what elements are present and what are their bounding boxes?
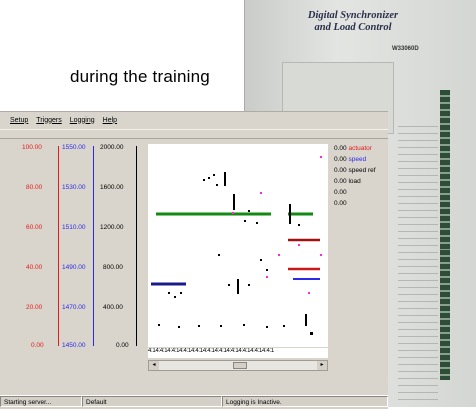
red-axis-line [58, 146, 59, 346]
blue-tick: 1450.00 [62, 342, 86, 349]
x-axis-time-labels: 4:14:4:14:4:14:4:14:4:14:4:14:4:14:4:14:… [148, 348, 328, 358]
scroll-right-arrow[interactable]: ▸ [317, 361, 327, 370]
terminal-block-lower [440, 250, 450, 380]
menu-help[interactable]: Help [103, 117, 117, 124]
menu-logging[interactable]: Logging [70, 117, 95, 124]
black-tick: 1200.00 [100, 224, 124, 231]
legend-label: load [348, 178, 361, 185]
black-tick: 1600.00 [100, 184, 124, 191]
legend-label: actuator [348, 145, 372, 152]
legend-value: 0.00 [334, 167, 347, 174]
status-right: Logging is Inactive. [222, 396, 388, 407]
red-tick: 80.00 [26, 184, 43, 191]
black-tick: 800.00 [103, 264, 123, 271]
terminal-block-upper [440, 90, 450, 250]
red-tick: 20.00 [26, 304, 43, 311]
legend-row: 0.00 [334, 198, 376, 209]
blue-tick: 1470.00 [62, 304, 86, 311]
blue-axis-line [93, 146, 94, 346]
trend-plot-svg [151, 156, 322, 335]
legend-label: speed [348, 156, 367, 163]
trend-legend: 0.00 actuator 0.00 speed 0.00 speed ref … [334, 143, 376, 209]
legend-label: speed ref [348, 167, 376, 174]
blue-tick: 1530.00 [62, 184, 86, 191]
legend-value: 0.00 [334, 145, 347, 152]
scroll-thumb[interactable] [233, 362, 247, 369]
device-label: Digital Synchronizer and Load Control [258, 10, 448, 34]
black-tick: 400.00 [103, 304, 123, 311]
device-wiring-labels [398, 120, 438, 400]
blue-tick: 1550.00 [62, 144, 86, 151]
legend-value: 0.00 [334, 178, 347, 185]
red-tick: 40.00 [26, 264, 43, 271]
control-software-window: Setup Triggers Logging Help 100.00 80.00… [0, 111, 388, 409]
black-axis-line [136, 146, 137, 346]
black-tick: 0.00 [116, 342, 129, 349]
device-label-line1: Digital Synchronizer [307, 10, 399, 21]
red-tick: 60.00 [26, 224, 43, 231]
menu-triggers[interactable]: Triggers [36, 117, 61, 124]
legend-value: 0.00 [334, 156, 347, 163]
blue-tick: 1510.00 [62, 224, 86, 231]
legend-row: 0.00 load [334, 176, 376, 187]
scatter-points [158, 174, 313, 335]
legend-row: 0.00 speed ref [334, 165, 376, 176]
blue-tick: 1490.00 [62, 264, 86, 271]
toolbar-separator [0, 129, 388, 139]
magenta-points [232, 156, 322, 294]
menu-setup[interactable]: Setup [10, 117, 28, 124]
status-left: Starting server... [0, 396, 82, 407]
legend-value: 0.00 [334, 200, 347, 207]
device-label-line2: and Load Control [314, 22, 392, 34]
menu-bar: Setup Triggers Logging Help [0, 112, 398, 128]
legend-row: 0.00 actuator [334, 143, 376, 154]
red-tick: 0.00 [31, 342, 44, 349]
caption-text: during the training [70, 67, 210, 86]
red-tick: 100.00 [22, 144, 42, 151]
legend-value: 0.00 [334, 189, 347, 196]
legend-row: 0.00 [334, 187, 376, 198]
black-tick: 2000.00 [100, 144, 124, 151]
horizontal-scrollbar[interactable]: ◂ ▸ [148, 360, 328, 371]
scroll-left-arrow[interactable]: ◂ [149, 361, 159, 370]
device-model: W33060D [392, 46, 419, 52]
legend-row: 0.00 speed [334, 154, 376, 165]
status-middle: Default [82, 396, 222, 407]
trend-plot-area[interactable] [148, 144, 328, 347]
